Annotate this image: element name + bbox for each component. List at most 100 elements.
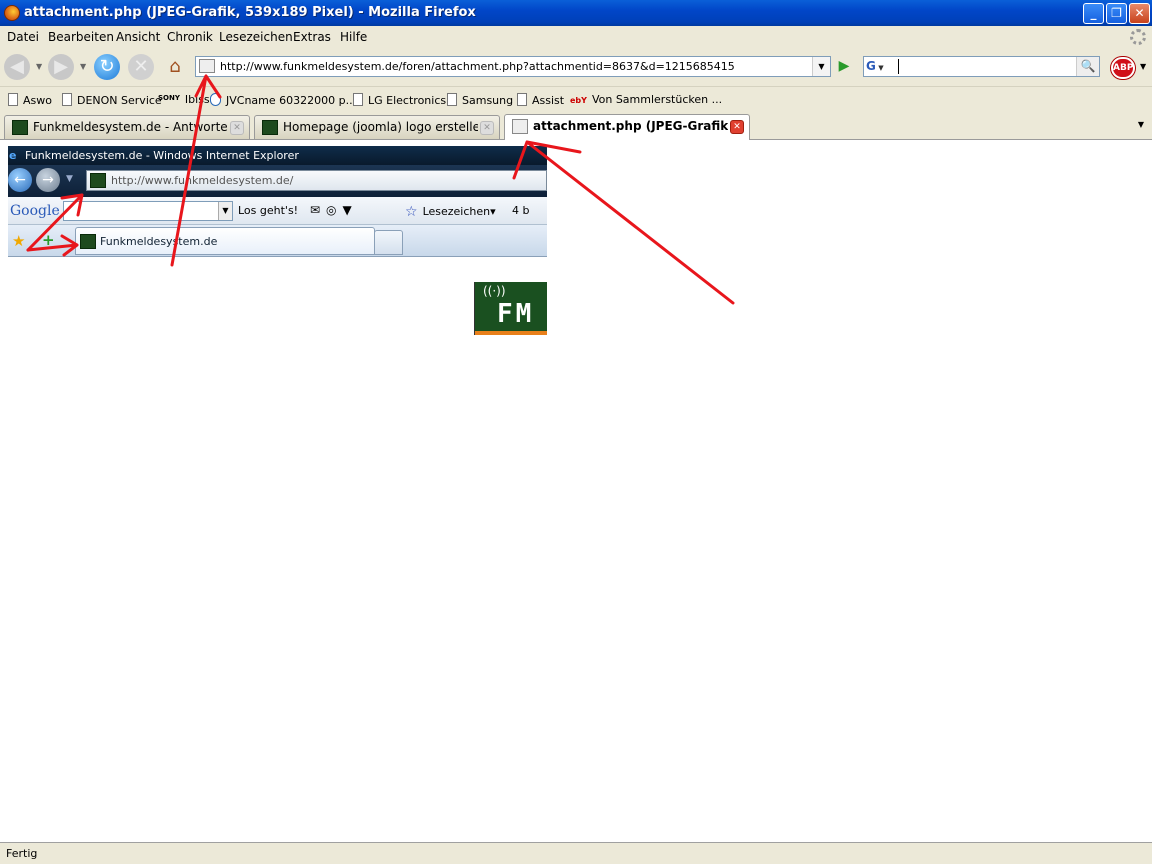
close-icon: ✕ [1134,6,1145,20]
search-input[interactable] [898,59,1073,74]
bookmark-ibiss[interactable]: SONY Ibiss [158,93,210,106]
chevron-down-icon: ▼ [218,202,232,220]
tab-antworten[interactable]: Funkmeldesystem.de - Antworten ✕ [4,115,250,139]
ie-google-toolbar: Google ▼ Los geht's! ✉◎▼ ☆ Lesezeichen▾ 4… [8,197,547,225]
menu-bearbeiten[interactable]: Bearbeiten [48,30,114,44]
forward-history-dropdown[interactable]: ▼ [80,62,86,71]
forward-arrow-icon: ▶ [54,56,68,77]
search-button[interactable]: 🔍 [1076,57,1099,76]
reload-icon: ↻ [99,56,115,77]
attachment-image: e Funkmeldesystem.de - Windows Internet … [8,146,547,335]
throbber-icon [1130,29,1146,45]
minimize-button[interactable]: _ [1083,3,1104,24]
reload-button[interactable]: ↻ [94,54,120,80]
menu-bar: Datei Bearbeiten Ansicht Chronik Lesezei… [0,26,1152,48]
url-text[interactable]: http://www.funkmeldesystem.de/foren/atta… [220,60,735,73]
google-logo: Google [10,203,60,219]
ie-tabbar: ★ + Funkmeldesystem.de [8,225,547,257]
ie-icon: e [9,149,17,162]
ie-url-text: http://www.funkmeldesystem.de/ [111,174,294,187]
window-titlebar[interactable]: attachment.php (JPEG-Grafik, 539x189 Pix… [0,0,1152,26]
menu-extras[interactable]: Extras [293,30,331,44]
url-history-dropdown[interactable]: ▼ [812,57,830,76]
page-icon [62,93,72,106]
tab-list-button[interactable]: ▼ [1134,118,1148,132]
favorites-star-icon: ★ [12,232,26,250]
bookmark-aswo[interactable]: Aswo [8,93,52,107]
go-arrow-icon: ▶ [838,58,850,74]
menu-datei[interactable]: Datei [7,30,39,44]
bookmark-lg[interactable]: LG Electronics [353,93,446,107]
tab-joomla-logo[interactable]: Homepage (joomla) logo erstellen - Fu...… [254,115,500,139]
ie-dropdown-icon: ▼ [66,174,73,184]
ebay-icon: ebY [570,96,587,105]
ie-blocked-count: 4 b [512,204,530,217]
ie-window-title: Funkmeldesystem.de - Windows Internet Ex… [25,149,299,162]
page-icon [353,93,363,106]
back-history-dropdown[interactable]: ▼ [36,62,42,71]
site-favicon-icon [12,120,28,135]
window-title: attachment.php (JPEG-Grafik, 539x189 Pix… [24,5,476,20]
stop-button[interactable]: ✕ [128,54,154,80]
google-icon: G [866,59,876,73]
maximize-button[interactable]: ❐ [1106,3,1127,24]
home-button[interactable]: ⌂ [163,55,187,79]
ie-google-go: Los geht's! [238,204,299,217]
tab-attachment[interactable]: attachment.php (JPEG-Grafik, 53... ✕ [504,114,750,140]
ie-lesezeichen: ☆ Lesezeichen▾ [405,204,496,220]
page-favicon-icon [199,59,215,73]
toolbar-icons: ✉◎▼ [310,203,358,217]
page-icon [447,93,457,106]
tab-close-button[interactable]: ✕ [230,121,244,135]
adblock-plus-icon: ABP [1113,63,1134,73]
chevron-down-icon: ▼ [1137,120,1145,129]
bookmark-jvc[interactable]: JVCname 60322000 p... [210,93,356,107]
bookmark-ebay[interactable]: ebY Von Sammlerstücken ... [570,93,722,106]
bookmark-assist[interactable]: Assist [517,93,564,107]
back-arrow-icon: ◀ [10,56,24,77]
tab-close-button[interactable]: ✕ [480,121,494,135]
ie-titlebar: e Funkmeldesystem.de - Windows Internet … [8,146,547,165]
ie-address-bar: http://www.funkmeldesystem.de/ [86,170,547,191]
page-icon [517,93,527,106]
status-bar: Fertig [0,842,1152,864]
menu-ansicht[interactable]: Ansicht [116,30,160,44]
site-favicon-icon [262,120,278,135]
forward-button[interactable]: ▶ [48,54,74,80]
close-icon: ✕ [483,123,491,133]
back-button[interactable]: ◀ [4,54,30,80]
go-button[interactable]: ▶ [834,57,854,76]
bookmarks-toolbar: Aswo DENON Service SONY Ibiss JVCname 603… [0,86,1152,112]
bookmark-denon[interactable]: DENON Service [62,93,162,107]
fm-logo-text: FM [497,299,535,329]
search-engine-selector[interactable]: G ▼ [866,59,894,74]
page-content: e Funkmeldesystem.de - Windows Internet … [0,141,1152,842]
add-favorite-icon: + [42,231,55,249]
ie-google-search-box: ▼ [63,201,233,221]
ie-new-tab [374,230,403,255]
page-icon [8,93,18,106]
ie-forward-icon: → [36,168,60,192]
adblock-plus-button[interactable]: ABP [1111,57,1135,79]
adblock-dropdown[interactable]: ▼ [1140,62,1146,71]
search-bar[interactable]: G ▼ 🔍 [863,56,1100,77]
bookmark-samsung[interactable]: Samsung [447,93,513,107]
navigation-toolbar: ◀ ▼ ▶ ▼ ↻ ✕ ⌂ http://www.funkmeldesystem… [0,48,1152,86]
star-icon: ☆ [405,204,418,220]
ie-tab: Funkmeldesystem.de [75,227,375,255]
firefox-icon [4,5,20,21]
menu-chronik[interactable]: Chronik [167,30,213,44]
image-favicon-icon [512,119,528,134]
close-button[interactable]: ✕ [1129,3,1150,24]
antenna-icon: ((·)) [483,284,506,298]
close-icon: ✕ [233,123,241,133]
logo-orange-bar [475,331,547,335]
tab-close-button[interactable]: ✕ [730,120,744,134]
ie-back-icon: ← [8,168,32,192]
sony-icon: SONY [158,94,180,102]
menu-hilfe[interactable]: Hilfe [340,30,367,44]
stop-icon: ✕ [133,56,149,77]
menu-lesezeichen[interactable]: Lesezeichen [219,30,293,44]
google-icon [210,93,221,106]
url-bar[interactable]: http://www.funkmeldesystem.de/foren/atta… [195,56,831,77]
